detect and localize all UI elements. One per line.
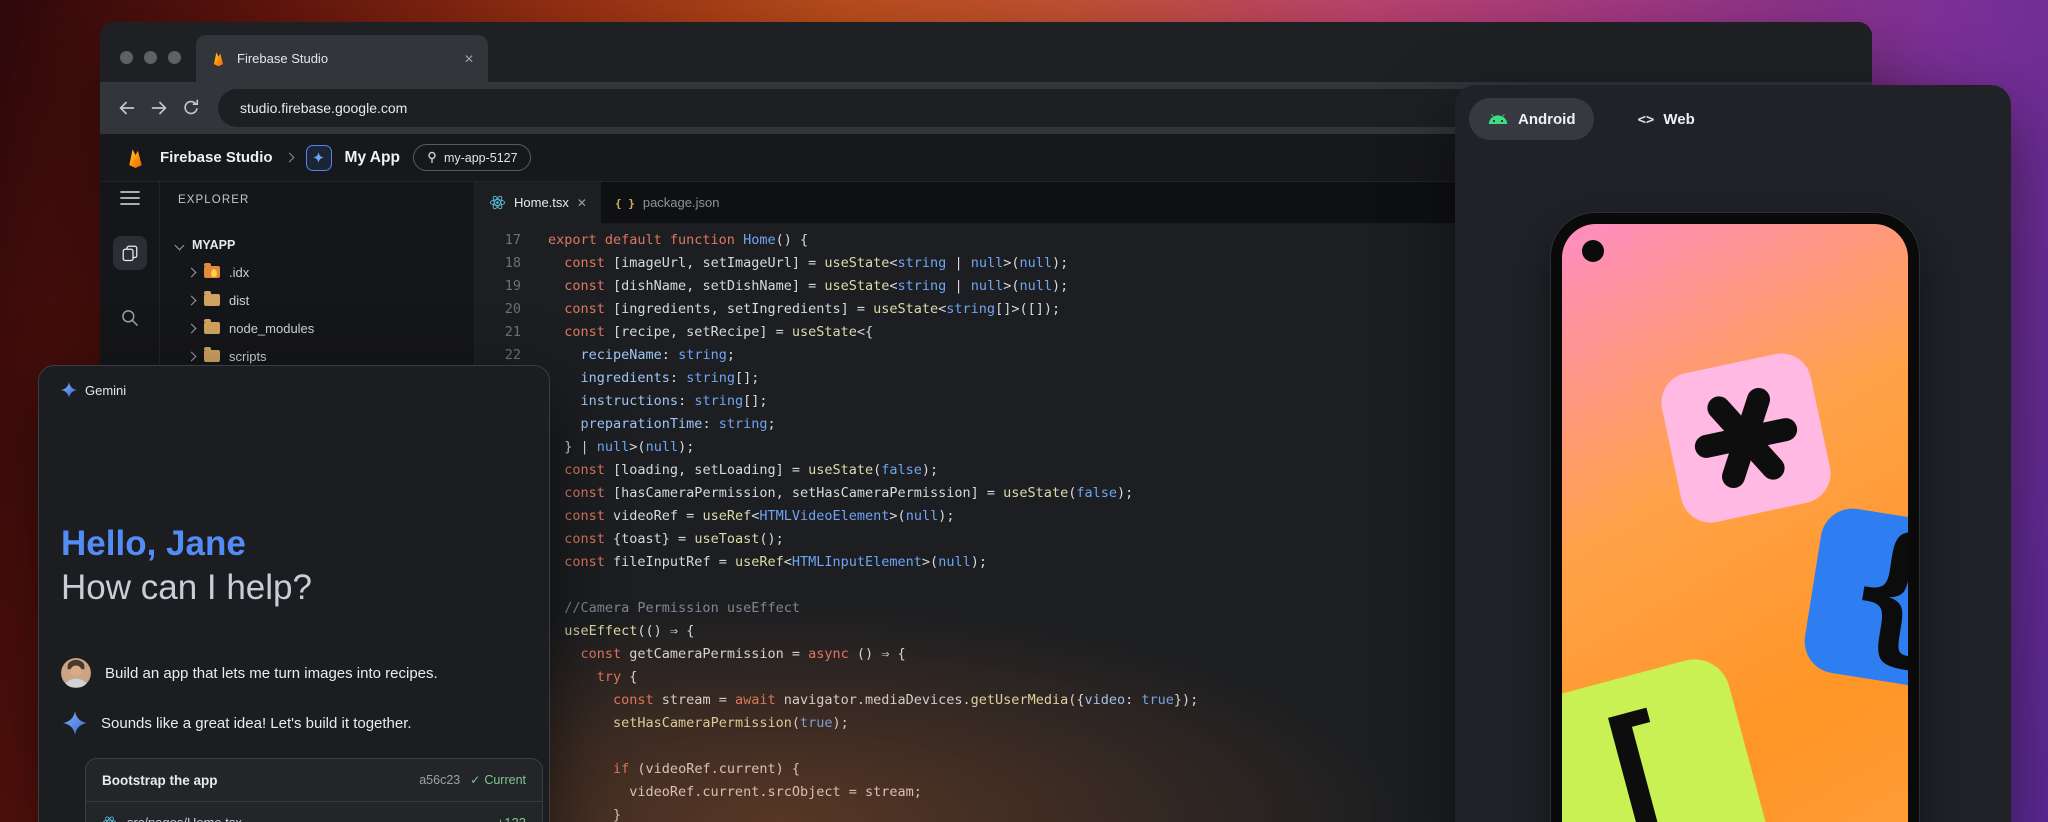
window-close-button[interactable]: [120, 51, 133, 64]
project-id-badge[interactable]: my-app-5127: [413, 144, 531, 171]
editor-tab-label: Home.tsx: [514, 195, 569, 210]
task-card-header[interactable]: Bootstrap the app a56c23 Current: [86, 759, 542, 801]
status-label: Current: [484, 773, 526, 787]
assistant-message-text: Sounds like a great idea! Let's build it…: [101, 715, 412, 732]
brace-shape: [1800, 504, 1908, 694]
tab-close-icon[interactable]: [577, 195, 587, 210]
browser-titlebar: Firebase Studio: [100, 22, 1872, 82]
files-icon: [121, 244, 139, 262]
camera-punch-hole: [1582, 240, 1604, 262]
react-icon: [489, 194, 506, 211]
device-preview-panel: Android Web: [1455, 85, 2011, 822]
line-number: 21: [475, 321, 521, 344]
greeting-primary: Hello, Jane: [61, 522, 312, 566]
explorer-item-node-modules[interactable]: node_modules: [160, 314, 474, 342]
url-text: studio.firebase.google.com: [240, 100, 407, 116]
browser-tab-title: Firebase Studio: [237, 51, 454, 66]
browser-tab[interactable]: Firebase Studio: [196, 35, 488, 82]
explorer-item-label: .idx: [229, 265, 249, 280]
phone-mockup: [1551, 213, 1919, 822]
folder-icon: [204, 322, 220, 334]
app-icon[interactable]: [306, 145, 332, 171]
chevron-right-icon: [187, 351, 197, 361]
tab-android[interactable]: Android: [1469, 98, 1594, 140]
folder-icon: [204, 350, 220, 362]
bootstrap-task-card[interactable]: Bootstrap the app a56c23 Current src/pag…: [85, 758, 543, 822]
bracket-shape: [1562, 651, 1777, 822]
phone-screen: [1562, 224, 1908, 822]
tab-package-json[interactable]: package.json: [601, 182, 734, 223]
brand-title: Firebase Studio: [160, 149, 273, 166]
changed-file-row[interactable]: src/pages/Home.tsx +122: [86, 801, 542, 822]
explorer-item-label: node_modules: [229, 321, 314, 336]
gemini-panel: Gemini Hello, Jane How can I help? Build…: [38, 365, 550, 822]
tab-close-icon[interactable]: [464, 50, 474, 68]
firebase-favicon: [210, 50, 227, 67]
project-id-label: my-app-5127: [444, 151, 518, 165]
back-icon[interactable]: [116, 97, 138, 119]
additions-count: +122: [497, 815, 526, 822]
editor-tab-label: package.json: [643, 195, 720, 210]
explorer-item-idx[interactable]: .idx: [160, 258, 474, 286]
code-brackets-icon: [1638, 111, 1655, 128]
chevron-right-icon: [187, 295, 197, 305]
json-braces-icon: [615, 195, 635, 210]
menu-icon[interactable]: [120, 190, 140, 206]
gemini-title: Gemini: [85, 383, 126, 398]
explorer-item-label: dist: [229, 293, 249, 308]
window-minimize-button[interactable]: [144, 51, 157, 64]
device-tabs: Android Web: [1469, 98, 1713, 140]
tree-root-label: MYAPP: [192, 238, 235, 252]
forward-icon[interactable]: [148, 97, 170, 119]
file-tree: MYAPP .idx dist node: [160, 232, 474, 370]
reload-icon[interactable]: [180, 97, 202, 119]
gemini-sparkle-icon: [61, 382, 77, 398]
search-icon[interactable]: [120, 308, 140, 328]
asterisk-shape: [1656, 348, 1836, 528]
line-number: 18: [475, 252, 521, 275]
tab-home-tsx[interactable]: Home.tsx: [475, 182, 601, 223]
explorer-item-dist[interactable]: dist: [160, 286, 474, 314]
chevron-right-icon: [284, 153, 294, 163]
window-maximize-button[interactable]: [168, 51, 181, 64]
line-number: 17: [475, 229, 521, 252]
line-number: 22: [475, 344, 521, 367]
android-icon: [1487, 112, 1509, 126]
folder-icon: [204, 294, 220, 306]
user-avatar: [61, 658, 91, 688]
assistant-message-row: Sounds like a great idea! Let's build it…: [61, 711, 412, 735]
explorer-title: EXPLORER: [178, 194, 249, 206]
folder-icon: [204, 266, 220, 278]
chevron-right-icon: [187, 323, 197, 333]
chevron-right-icon: [187, 267, 197, 277]
gemini-header: Gemini: [61, 382, 126, 398]
task-title: Bootstrap the app: [102, 773, 409, 788]
user-message-row: Build an app that lets me turn images in…: [61, 658, 438, 688]
pin-icon: [426, 151, 438, 164]
window-controls[interactable]: [120, 51, 181, 64]
explorer-rail-item[interactable]: [113, 236, 147, 270]
page: Firebase Studio studio.firebase.google.c…: [0, 0, 2048, 822]
line-number: 19: [475, 275, 521, 298]
tab-web[interactable]: Web: [1620, 98, 1713, 140]
firebase-logo: [124, 146, 147, 169]
chevron-down-icon: [175, 240, 185, 250]
tab-android-label: Android: [1518, 111, 1576, 128]
gemini-sparkle-icon: [63, 711, 87, 735]
gemini-greeting: Hello, Jane How can I help?: [61, 522, 312, 610]
changed-file-path: src/pages/Home.tsx: [127, 815, 487, 822]
project-name[interactable]: My App: [345, 149, 400, 167]
commit-hash: a56c23: [419, 773, 460, 787]
tab-web-label: Web: [1663, 111, 1694, 128]
tree-root-myapp[interactable]: MYAPP: [160, 232, 474, 258]
greeting-secondary: How can I help?: [61, 566, 312, 610]
check-icon: [470, 773, 480, 787]
user-message-text: Build an app that lets me turn images in…: [105, 665, 438, 682]
line-number: 20: [475, 298, 521, 321]
status-badge: Current: [470, 773, 526, 787]
explorer-item-label: scripts: [229, 349, 267, 364]
react-icon: [102, 815, 117, 822]
